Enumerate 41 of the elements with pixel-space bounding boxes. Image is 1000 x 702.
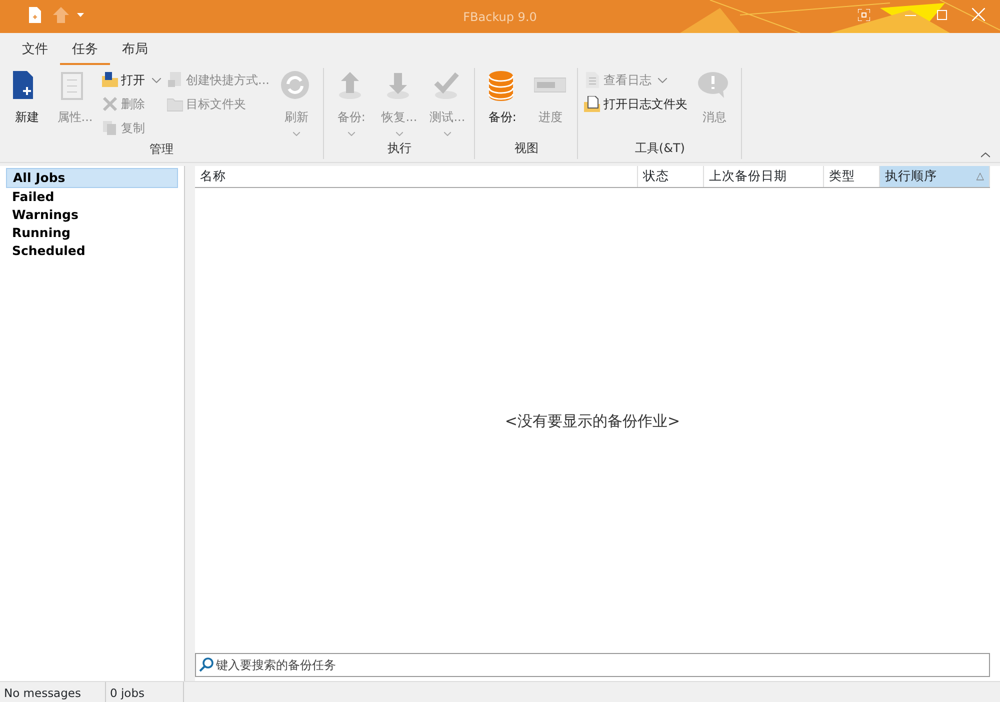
search-field[interactable]: 键入要搜索的备份任务 [195,653,990,677]
minimize-icon[interactable] [905,15,916,17]
window-title: FBackup 9.0 [463,9,537,26]
document-icon [584,72,600,88]
fullscreen-icon[interactable] [858,9,870,21]
close-icon[interactable] [972,8,985,21]
group-label: 执行 [386,140,412,157]
sidebar-item[interactable]: Running [6,224,178,242]
folder-icon [102,72,118,88]
empty-message: <没有要显示的备份作业> [504,411,682,432]
group-label: 工具(&T) [634,140,686,157]
sidebar-item[interactable]: All Jobs [6,168,178,188]
status-text: 0 jobs [106,682,184,702]
maximize-icon[interactable] [937,10,947,20]
ribbon-button[interactable]: 打开日志文件夹 [582,92,690,116]
caret-icon[interactable] [77,13,84,17]
sort-arrow-icon: △ [976,169,984,184]
folder-icon [167,96,183,112]
column-header[interactable]: 状态 [638,166,704,187]
new-file-icon[interactable] [29,7,41,23]
column-header[interactable]: 名称 [195,166,638,187]
delete-icon [102,96,118,112]
column-header[interactable]: 执行顺序 △ [880,166,990,187]
ribbon-button[interactable]: 打开 [100,68,163,92]
up-arrow-icon[interactable] [53,7,69,23]
ribbon-tab[interactable]: 布局 [110,34,160,65]
sidebar-item[interactable]: Warnings [6,206,178,224]
ribbon-tab[interactable]: 文件 [10,34,60,65]
folder-icon [584,96,600,112]
status-text: No messages [0,682,106,702]
collapse-icon[interactable] [981,152,990,158]
group-label: 管理 [148,141,175,158]
sidebar-item[interactable]: Failed [6,188,178,206]
column-header[interactable]: 上次备份日期 [704,166,824,187]
copy-icon [102,120,118,136]
ribbon-button[interactable]: 备份: [479,68,526,139]
shortcut-icon [167,72,183,88]
ribbon-button[interactable]: 新建 [4,68,50,140]
ribbon-tab[interactable]: 任务 [60,34,110,65]
sidebar-item[interactable]: Scheduled [6,242,178,260]
group-label: 视图 [513,140,540,157]
